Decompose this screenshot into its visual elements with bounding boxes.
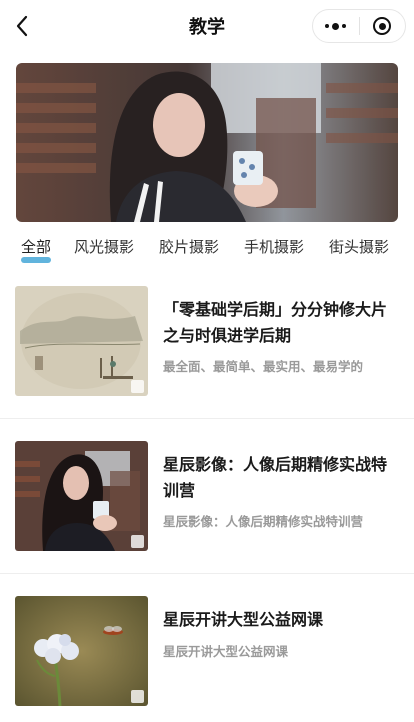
active-tab-indicator [21,257,52,263]
tab-mobile[interactable]: 手机摄影 [244,236,304,257]
course-title: 「零基础学后期」分分钟修大片之与时俱进学后期 [163,300,388,345]
tab-all[interactable]: 全部 [21,236,52,263]
course-subtitle: 星辰影像：人像后期精修实战特训营 [163,514,364,529]
more-dots-icon [325,22,347,30]
header: 教学 [0,0,414,52]
more-button[interactable] [313,10,359,42]
course-thumbnail [15,441,148,551]
course-subtitle: 最全面、最简单、最实用、最易学的 [163,359,364,374]
tab-street[interactable]: 街头摄影 [329,236,389,257]
category-tabs: 全部 风光摄影 胶片摄影 手机摄影 街头摄影 [0,232,414,266]
course-item[interactable]: 「零基础学后期」分分钟修大片之与时俱进学后期 最全面、最简单、最实用、最易学的 [0,285,414,397]
tab-label: 全部 [21,238,52,256]
tab-landscape[interactable]: 风光摄影 [74,236,134,257]
course-title: 星辰影像：人像后期精修实战特训营 [163,455,388,500]
course-item[interactable]: 星辰影像：人像后期精修实战特训营 星辰影像：人像后期精修实战特训营 [0,440,414,552]
close-miniprogram-button[interactable] [360,10,406,42]
banner-image[interactable] [16,63,398,222]
course-thumbnail [15,286,148,396]
course-title: 星辰开讲大型公益网课 [163,610,324,629]
tab-label: 胶片摄影 [159,238,220,256]
tab-film[interactable]: 胶片摄影 [159,236,219,257]
course-item[interactable]: 星辰开讲大型公益网课 星辰开讲大型公益网课 [0,595,414,707]
list-divider [0,418,414,419]
course-thumbnail [15,596,148,706]
list-divider [0,573,414,574]
miniprogram-capsule [312,9,406,43]
tab-label: 街头摄影 [329,238,390,256]
tab-label: 手机摄影 [244,238,305,256]
course-subtitle: 星辰开讲大型公益网课 [163,644,289,659]
target-circle-icon [373,17,392,35]
chevron-left-icon [16,15,28,37]
tab-label: 风光摄影 [74,238,135,256]
back-button[interactable] [8,10,36,42]
banner-photo [16,63,398,222]
